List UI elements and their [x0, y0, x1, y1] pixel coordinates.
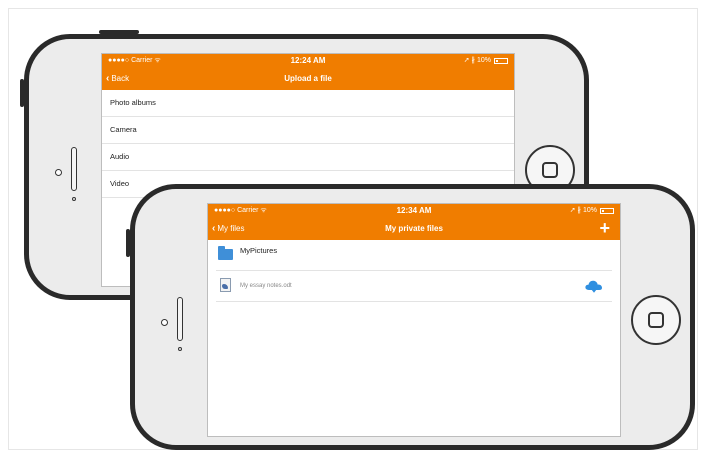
file-row-essay-notes[interactable]: My essay notes.odt — [216, 271, 612, 302]
home-button[interactable] — [631, 295, 681, 345]
front-phone: ●●●●○ Carrier ᯤ 12:34 AM ➚ ∦ 10% ‹ My fi… — [126, 184, 695, 450]
front-camera — [55, 169, 62, 176]
list-item-audio[interactable]: Audio — [102, 144, 514, 171]
speaker-grille — [71, 147, 77, 191]
microphone — [178, 347, 182, 351]
navigation-bar: ‹ My files My private files + — [208, 218, 620, 240]
list-item-camera[interactable]: Camera — [102, 117, 514, 144]
status-time: 12:24 AM — [290, 56, 326, 65]
cloud-download-icon[interactable] — [584, 279, 604, 293]
status-bar: ●●●●○ Carrier ᯤ 12:34 AM ➚ ∦ 10% — [208, 204, 620, 218]
battery-icon — [600, 208, 614, 214]
add-button[interactable]: + — [599, 217, 610, 239]
page-title: Upload a file — [284, 74, 332, 83]
volume-button — [20, 79, 24, 107]
file-name: My essay notes.odt — [240, 283, 292, 289]
volume-button — [126, 229, 130, 257]
battery-percent: ➚ ∦ 10% — [463, 57, 491, 64]
navigation-bar: ‹ Back Upload a file — [102, 68, 514, 90]
status-bar: ●●●●○ Carrier ᯤ 12:24 AM ➚ ∦ 10% — [102, 54, 514, 68]
page-title: My private files — [385, 224, 443, 233]
home-button-square-icon — [542, 162, 558, 178]
front-camera — [161, 319, 168, 326]
battery-percent: ➚ ∦ 10% — [569, 207, 597, 214]
battery-status: ➚ ∦ 10% — [570, 204, 614, 218]
battery-status: ➚ ∦ 10% — [464, 54, 508, 68]
front-screen: ●●●●○ Carrier ᯤ 12:34 AM ➚ ∦ 10% ‹ My fi… — [207, 203, 621, 437]
document-icon — [220, 278, 231, 292]
power-button — [99, 30, 139, 34]
status-time: 12:34 AM — [396, 206, 432, 215]
battery-icon — [494, 58, 508, 64]
folder-icon — [218, 246, 233, 260]
file-name: MyPictures — [240, 246, 278, 255]
home-button-square-icon — [648, 312, 664, 328]
microphone — [72, 197, 76, 201]
speaker-grille — [177, 297, 183, 341]
list-item-photo-albums[interactable]: Photo albums — [102, 90, 514, 117]
file-row-mypictures[interactable]: MyPictures — [216, 240, 612, 271]
